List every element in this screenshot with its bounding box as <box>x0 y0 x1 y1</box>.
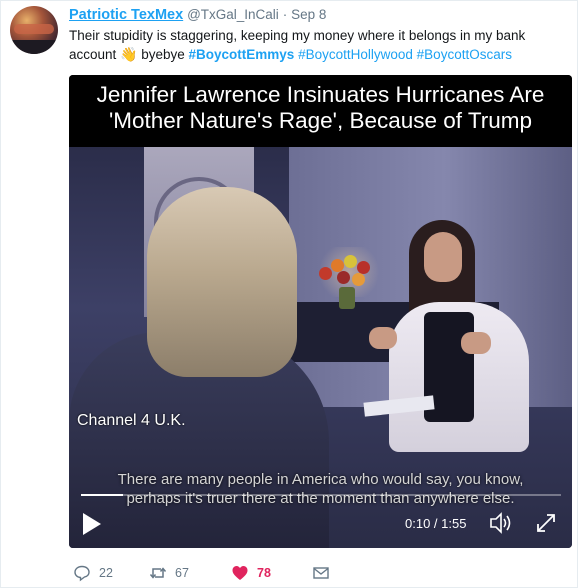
tweet-text: Their stupidity is staggering, keeping m… <box>69 27 564 64</box>
flower <box>319 267 332 280</box>
avatar-horizon <box>10 40 58 54</box>
play-icon <box>83 513 101 535</box>
progress-bar[interactable] <box>81 494 561 496</box>
retweet-button[interactable]: 67 <box>149 563 189 583</box>
video-player[interactable]: Jennifer Lawrence Insinuates Hurricanes … <box>69 75 572 548</box>
envelope-icon <box>313 567 329 579</box>
volume-button[interactable] <box>489 512 513 534</box>
reply-icon <box>74 565 90 582</box>
hashtag-boycottoscars[interactable]: #BoycottOscars <box>417 47 512 62</box>
video-title-line-1: Jennifer Lawrence Insinuates Hurricanes … <box>96 82 545 107</box>
tweet-header: Patriotic TexMex @TxGal_InCali · Sep 8 <box>69 6 326 23</box>
heart-icon <box>232 566 248 580</box>
flower <box>344 255 357 268</box>
hashtag-boycotthollywood[interactable]: #BoycottHollywood <box>298 47 413 62</box>
tweet-actions: 22 67 78 <box>69 563 369 583</box>
retweet-count: 67 <box>175 566 189 580</box>
video-title-line-2: 'Mother Nature's Rage', Because of Trump <box>108 108 533 133</box>
flower <box>352 273 365 286</box>
progress-fill <box>81 494 123 496</box>
fullscreen-icon <box>537 514 555 532</box>
waving-hand-emoji: 👋 <box>120 46 138 62</box>
scene-flowers <box>317 255 379 295</box>
tweet-date[interactable]: Sep 8 <box>291 7 326 22</box>
avatar-cloud <box>14 24 54 34</box>
like-button[interactable]: 78 <box>231 563 271 583</box>
guest-hand <box>369 327 397 349</box>
tweet-text-part2: byebye <box>137 47 189 62</box>
reply-count: 22 <box>99 566 113 580</box>
guest-face <box>424 232 462 282</box>
hashtag-boycottemmys[interactable]: #BoycottEmmys <box>189 47 295 62</box>
user-handle[interactable]: @TxGal_InCali <box>187 7 279 22</box>
channel-label: Channel 4 U.K. <box>77 412 186 429</box>
volume-icon <box>490 512 511 534</box>
fullscreen-button[interactable] <box>535 512 557 534</box>
tweet-card[interactable]: Patriotic TexMex @TxGal_InCali · Sep 8 T… <box>0 0 578 588</box>
display-name[interactable]: Patriotic TexMex <box>69 7 183 23</box>
avatar[interactable] <box>10 6 58 54</box>
video-title-bar: Jennifer Lawrence Insinuates Hurricanes … <box>69 75 572 147</box>
subtitle-line-2: perhaps it's truer there at the moment t… <box>126 490 515 507</box>
interviewer-hair <box>147 187 297 377</box>
direct-message-button[interactable] <box>312 563 330 583</box>
subtitle-line-1: There are many people in America who wou… <box>117 471 524 488</box>
guest-hand <box>461 332 491 354</box>
reply-button[interactable]: 22 <box>73 563 113 583</box>
separator-dot: · <box>282 7 288 22</box>
like-count: 78 <box>257 566 271 580</box>
retweet-icon <box>149 567 167 579</box>
time-display: 0:10 / 1:55 <box>405 516 467 531</box>
flower <box>337 271 350 284</box>
play-button[interactable] <box>81 511 103 537</box>
